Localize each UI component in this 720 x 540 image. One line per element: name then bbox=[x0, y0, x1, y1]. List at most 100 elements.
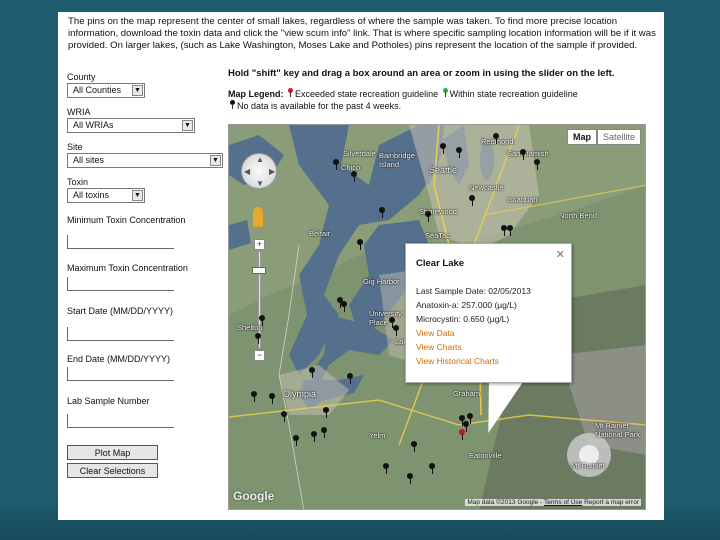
map-pin[interactable] bbox=[293, 435, 299, 447]
map-pin[interactable] bbox=[379, 207, 385, 219]
map-pin[interactable] bbox=[520, 149, 526, 161]
pan-control[interactable]: ▲ ▼ ◀ ▶ bbox=[241, 153, 277, 189]
chevron-down-icon[interactable]: ▼ bbox=[182, 120, 193, 131]
place-label: Issaquah bbox=[507, 195, 538, 204]
end-date-input[interactable] bbox=[67, 367, 174, 381]
min-concentration-input[interactable] bbox=[67, 235, 174, 249]
map-pin[interactable] bbox=[351, 171, 357, 183]
county-select[interactable]: All Counties ▼ bbox=[67, 83, 145, 98]
map-pin[interactable] bbox=[269, 393, 275, 405]
toxin-select[interactable]: All toxins ▼ bbox=[67, 188, 145, 203]
place-label: Sammamish bbox=[507, 149, 549, 158]
chevron-down-icon[interactable]: ▼ bbox=[132, 85, 143, 96]
map-pin[interactable] bbox=[411, 441, 417, 453]
map-pin[interactable] bbox=[469, 195, 475, 207]
map-pin[interactable] bbox=[393, 325, 399, 337]
map-pin[interactable] bbox=[383, 463, 389, 475]
zoom-in-button[interactable]: + bbox=[254, 239, 265, 250]
zoom-out-button[interactable]: − bbox=[254, 350, 265, 361]
pan-up-icon[interactable]: ▲ bbox=[256, 155, 264, 164]
map-pin[interactable] bbox=[429, 463, 435, 475]
green-pin-icon bbox=[442, 88, 448, 97]
map-type-map-button[interactable]: Map bbox=[566, 129, 597, 145]
pan-right-icon[interactable]: ▶ bbox=[269, 167, 275, 176]
max-concentration-input[interactable] bbox=[67, 277, 174, 291]
end-date-label: End Date (MM/DD/YYYY) bbox=[67, 354, 171, 364]
wria-label: WRIA bbox=[67, 107, 91, 117]
lab-sample-label: Lab Sample Number bbox=[67, 396, 150, 406]
place-label: Graham bbox=[453, 389, 481, 398]
site-select-value: All sites bbox=[73, 155, 105, 165]
map-pin[interactable] bbox=[440, 143, 446, 155]
map-pin[interactable] bbox=[281, 411, 287, 423]
view-charts-link[interactable]: View Charts bbox=[416, 342, 462, 352]
map-pin[interactable] bbox=[341, 301, 347, 313]
county-label: County bbox=[67, 72, 96, 82]
filter-sidebar: County All Counties ▼ WRIA All WRIAs ▼ S… bbox=[67, 68, 227, 478]
map-pin[interactable] bbox=[493, 133, 499, 145]
view-data-link[interactable]: View Data bbox=[416, 328, 455, 338]
intro-text: The pins on the map represent the center… bbox=[68, 16, 656, 51]
close-icon[interactable]: ✕ bbox=[556, 248, 565, 261]
popup-last-sample: Last Sample Date: 02/05/2013 bbox=[416, 286, 531, 296]
map-pin[interactable] bbox=[425, 211, 431, 223]
google-logo: Google bbox=[233, 489, 275, 503]
place-label: Belfair bbox=[309, 229, 331, 238]
map-pin[interactable] bbox=[255, 333, 261, 345]
red-pin-icon bbox=[288, 88, 294, 97]
place-label: North Bend bbox=[559, 211, 597, 220]
map-pin[interactable] bbox=[407, 473, 413, 485]
popup-microcystin: Microcystin: 0.650 (µg/L) bbox=[416, 314, 510, 324]
map-pin[interactable] bbox=[259, 315, 265, 327]
legend-exceed: Exceeded state recreation guideline bbox=[295, 89, 439, 99]
chevron-down-icon[interactable]: ▼ bbox=[210, 155, 221, 166]
map-type-satellite-button[interactable]: Satellite bbox=[596, 129, 641, 145]
terms-link[interactable]: Terms of Use bbox=[544, 499, 582, 506]
map-canvas[interactable]: Map Satellite ▲ ▼ ◀ ▶ + − Redmond Sammam… bbox=[228, 124, 646, 510]
legend-within: Within state recreation guideline bbox=[449, 89, 578, 99]
place-label: Silverdale bbox=[343, 149, 376, 158]
lab-sample-input[interactable] bbox=[67, 414, 174, 428]
place-label: Eatonville bbox=[469, 451, 502, 460]
report-error-link[interactable]: Report a map error bbox=[584, 499, 639, 506]
map-pin[interactable] bbox=[251, 391, 257, 403]
pan-left-icon[interactable]: ◀ bbox=[244, 167, 250, 176]
map-pin[interactable] bbox=[333, 159, 339, 171]
toxin-label: Toxin bbox=[67, 177, 89, 187]
place-label: Bainbridge Island bbox=[379, 151, 415, 169]
start-date-input[interactable] bbox=[67, 327, 174, 341]
place-label: SeaTac bbox=[425, 231, 451, 240]
map-legend: Map Legend: Exceeded state recreation gu… bbox=[228, 88, 578, 112]
map-pin[interactable] bbox=[507, 225, 513, 237]
clear-selections-button[interactable]: Clear Selections bbox=[67, 463, 158, 478]
site-select[interactable]: All sites ▼ bbox=[67, 153, 223, 168]
map-pin[interactable] bbox=[347, 373, 353, 385]
place-label: Newcastle bbox=[469, 183, 504, 192]
pan-down-icon[interactable]: ▼ bbox=[256, 179, 264, 188]
map-pin[interactable] bbox=[456, 147, 462, 159]
street-view-pegman-icon[interactable] bbox=[253, 207, 263, 227]
legend-title: Map Legend: bbox=[228, 89, 284, 99]
county-select-value: All Counties bbox=[73, 85, 122, 95]
map-pin[interactable] bbox=[357, 239, 363, 251]
plot-map-button[interactable]: Plot Map bbox=[67, 445, 158, 460]
page-panel: The pins on the map represent the center… bbox=[58, 12, 664, 520]
place-label: Gig Harbor bbox=[363, 277, 400, 286]
map-pin[interactable] bbox=[311, 431, 317, 443]
map-pin[interactable] bbox=[321, 427, 327, 439]
view-historical-charts-link[interactable]: View Historical Charts bbox=[416, 356, 499, 366]
map-attribution: Map data ©2013 Google - Terms of Use Rep… bbox=[465, 499, 641, 506]
map-type-control: Map Satellite bbox=[566, 129, 641, 145]
map-pin[interactable] bbox=[309, 367, 315, 379]
place-label: Seattle bbox=[429, 165, 458, 175]
map-pin[interactable] bbox=[323, 407, 329, 419]
start-date-label: Start Date (MM/DD/YYYY) bbox=[67, 306, 174, 316]
site-label: Site bbox=[67, 142, 83, 152]
chevron-down-icon[interactable]: ▼ bbox=[132, 190, 143, 201]
max-concentration-label: Maximum Toxin Concentration bbox=[67, 263, 188, 273]
place-label: Mt Rainier bbox=[571, 461, 606, 470]
zoom-slider-handle[interactable] bbox=[252, 267, 266, 274]
map-pin[interactable] bbox=[534, 159, 540, 171]
wria-select[interactable]: All WRIAs ▼ bbox=[67, 118, 195, 133]
info-popup: Clear Lake ✕ Last Sample Date: 02/05/201… bbox=[405, 243, 572, 383]
